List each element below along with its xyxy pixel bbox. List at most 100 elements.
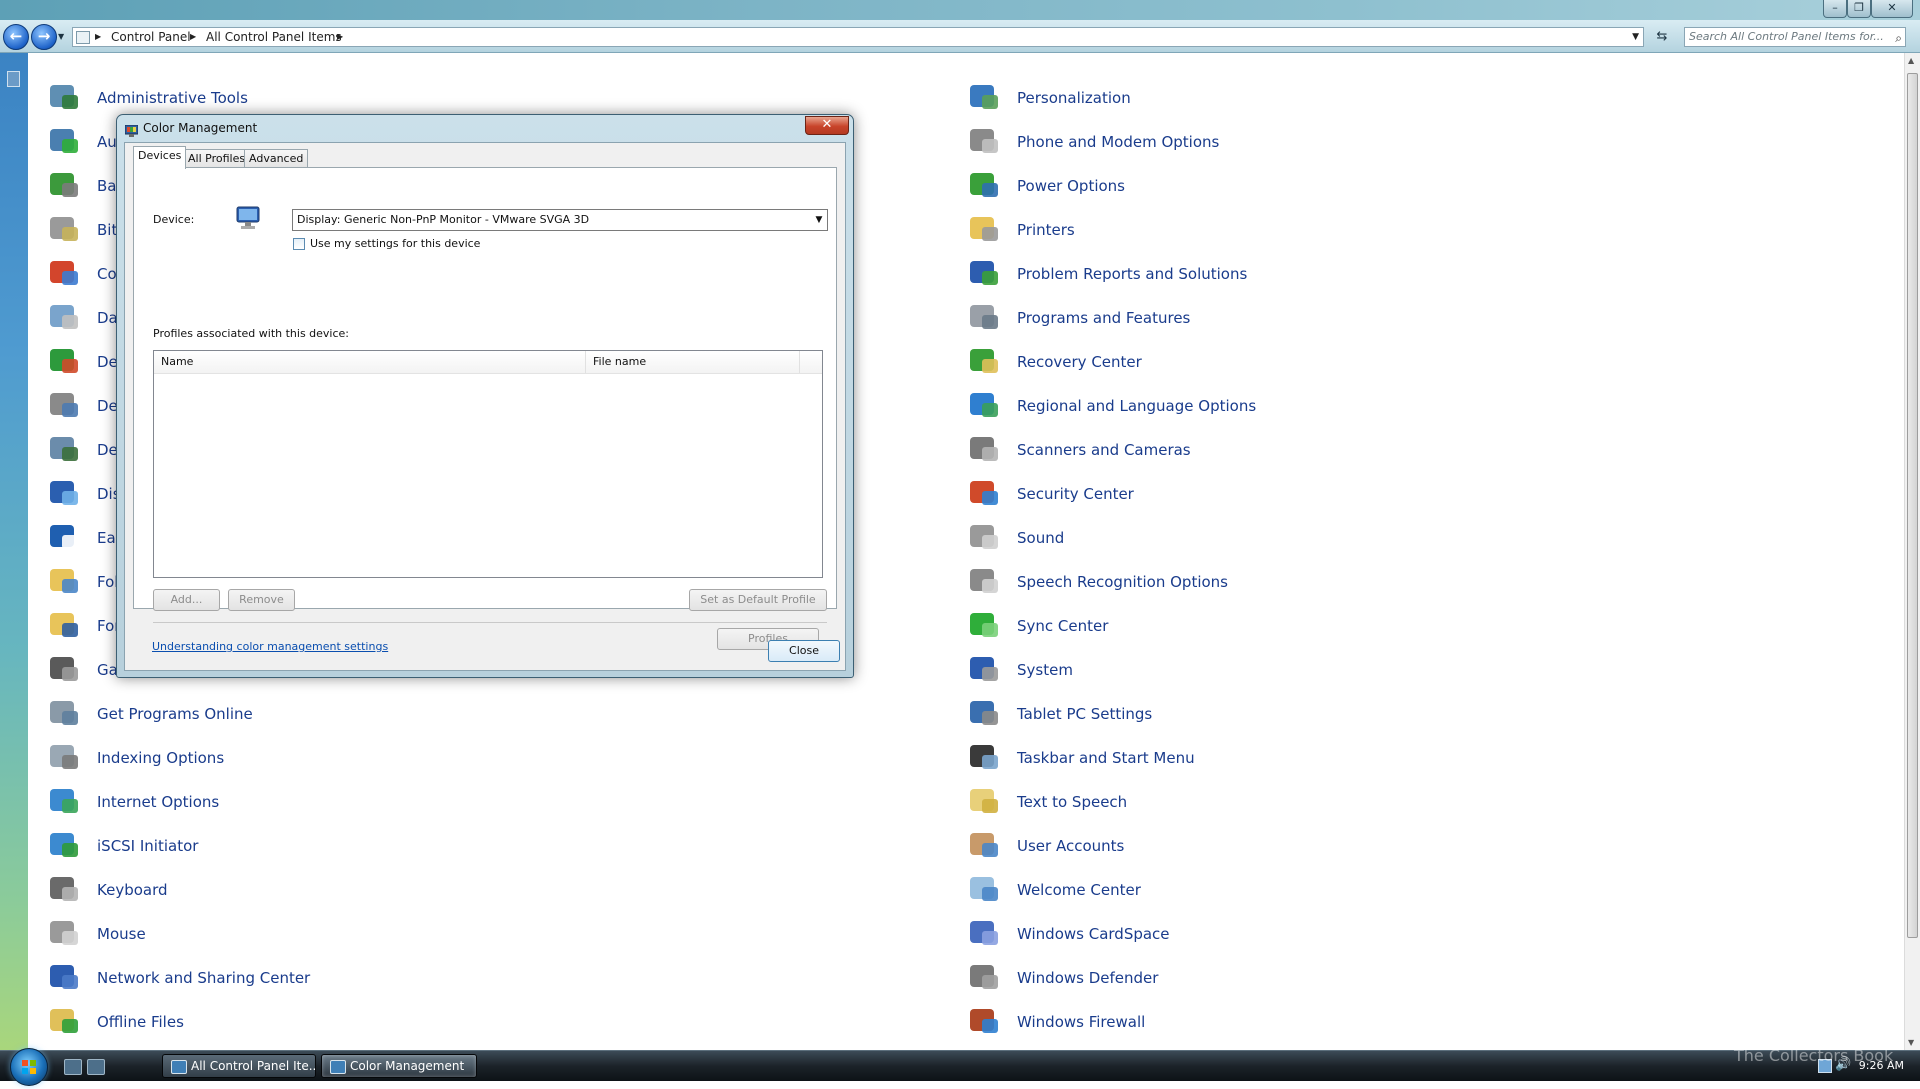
refresh-button[interactable]: ⇆ [1650, 27, 1674, 47]
control-panel-item-label: Regional and Language Options [1017, 397, 1257, 415]
display-icon [48, 479, 82, 509]
control-panel-item[interactable]: iSCSI Initiator [48, 828, 198, 864]
column-header-file-name[interactable]: File name [586, 351, 800, 373]
control-panel-item[interactable]: Welcome Center [968, 872, 1141, 908]
control-panel-item[interactable]: Printers [968, 212, 1075, 248]
tab-devices[interactable]: Devices [133, 146, 187, 169]
device-select[interactable]: Display: Generic Non-PnP Monitor - VMwar… [292, 209, 828, 231]
control-panel-item[interactable]: Speech Recognition Options [968, 564, 1228, 600]
security-center-icon [968, 479, 1002, 509]
taskbar-color-management-label: Color Management [350, 1059, 465, 1073]
control-panel-item[interactable]: Problem Reports and Solutions [968, 256, 1247, 292]
search-input[interactable]: Search All Control Panel Items for... ⌕ [1684, 27, 1906, 47]
control-panel-item[interactable]: Mouse [48, 916, 146, 952]
breadcrumb-all-items[interactable]: All Control Panel Items [206, 28, 342, 46]
profiles-list[interactable]: Name File name [153, 350, 823, 578]
control-panel-item[interactable]: User Accounts [968, 828, 1124, 864]
sound-icon [968, 523, 1002, 553]
explorer-close-button[interactable]: ✕ [1871, 0, 1913, 18]
control-panel-item-label: Printers [1017, 221, 1075, 239]
use-my-settings-checkbox[interactable] [293, 238, 305, 250]
breadcrumb-control-panel[interactable]: Control Panel [111, 28, 191, 46]
restore-button[interactable]: ❐ [1847, 0, 1871, 18]
recent-pages-dropdown[interactable]: ▼ [58, 32, 64, 41]
start-button[interactable] [10, 1048, 48, 1086]
switch-windows-icon[interactable] [87, 1059, 105, 1075]
control-panel-item[interactable]: Administrative Tools [48, 80, 248, 116]
control-panel-item-label: Sound [1017, 529, 1065, 547]
control-panel-item[interactable]: Power Options [968, 168, 1125, 204]
color-management-icon [330, 1060, 346, 1074]
address-bar[interactable]: ▶ Control Panel ▶ All Control Panel Item… [72, 27, 1644, 47]
minimize-button[interactable]: – [1823, 0, 1847, 18]
control-panel-item-label: Programs and Features [1017, 309, 1191, 327]
vertical-scrollbar[interactable]: ▲ ▼ [1904, 53, 1920, 1050]
separator [153, 622, 827, 623]
address-dropdown-icon[interactable]: ▼ [1632, 28, 1639, 46]
welcome-center-icon [968, 875, 1002, 905]
color-management-icon [124, 122, 139, 137]
control-panel-item[interactable]: Tablet PC Settings [968, 696, 1152, 732]
breadcrumb-separator-icon: ▶ [95, 32, 102, 41]
device-manager-icon [48, 435, 82, 465]
control-panel-item-label: Phone and Modem Options [1017, 133, 1220, 151]
control-panel-item[interactable]: Indexing Options [48, 740, 224, 776]
printers-icon [968, 215, 1002, 245]
control-panel-item[interactable]: Sound [968, 520, 1064, 556]
show-desktop-icon[interactable] [64, 1059, 82, 1075]
tab-all-profiles[interactable]: All Profiles [183, 149, 251, 168]
control-panel-item-label: Windows Firewall [1017, 1013, 1146, 1031]
left-navigation-strip [0, 53, 28, 1050]
control-panel-item[interactable]: Windows CardSpace [968, 916, 1170, 952]
set-default-profile-button[interactable]: Set as Default Profile [689, 589, 827, 611]
device-select-value: Display: Generic Non-PnP Monitor - VMwar… [297, 213, 590, 226]
control-panel-item[interactable]: Taskbar and Start Menu [968, 740, 1195, 776]
back-button[interactable]: ← [3, 24, 29, 50]
scanners-cameras-icon [968, 435, 1002, 465]
control-panel-item-label: System [1017, 661, 1073, 679]
scroll-down-icon[interactable]: ▼ [1908, 1038, 1914, 1047]
tab-advanced[interactable]: Advanced [244, 149, 309, 168]
taskbar-control-panel-button[interactable]: All Control Panel Ite... [162, 1054, 316, 1078]
scroll-up-icon[interactable]: ▲ [1908, 56, 1914, 65]
control-panel-item[interactable]: Programs and Features [968, 300, 1190, 336]
windows-defender-icon [968, 963, 1002, 993]
programs-features-icon [968, 303, 1002, 333]
profiles-list-header: Name File name [154, 351, 822, 374]
control-panel-item[interactable]: Internet Options [48, 784, 219, 820]
offline-files-icon [48, 1007, 82, 1037]
dialog-close-button[interactable]: ✕ [805, 116, 849, 135]
understanding-color-management-link[interactable]: Understanding color management settings [152, 640, 388, 653]
bitlocker-icon [48, 215, 82, 245]
control-panel-item[interactable]: Recovery Center [968, 344, 1142, 380]
control-panel-item[interactable]: Security Center [968, 476, 1134, 512]
forward-arrow-icon: → [37, 27, 51, 45]
control-panel-item[interactable]: Windows Defender [968, 960, 1158, 996]
column-header-name[interactable]: Name [154, 351, 586, 373]
control-panel-item-label: Get Programs Online [97, 705, 253, 723]
control-panel-item-label: Mouse [97, 925, 146, 943]
control-panel-item-label: Network and Sharing Center [97, 969, 311, 987]
network-sharing-icon [48, 963, 82, 993]
control-panel-item[interactable]: Phone and Modem Options [968, 124, 1219, 160]
control-panel-item[interactable]: Personalization [968, 80, 1131, 116]
control-panel-item[interactable]: Offline Files [48, 1004, 184, 1040]
control-panel-item[interactable]: Scanners and Cameras [968, 432, 1191, 468]
scrollbar-thumb[interactable] [1907, 73, 1918, 938]
pane-toggle-icon[interactable] [7, 71, 20, 87]
control-panel-item[interactable]: System [968, 652, 1073, 688]
control-panel-item[interactable]: Regional and Language Options [968, 388, 1256, 424]
taskbar-color-management-button[interactable]: Color Management [321, 1054, 477, 1078]
control-panel-item[interactable]: Keyboard [48, 872, 168, 908]
close-button[interactable]: Close [768, 640, 840, 662]
personalization-icon [968, 83, 1002, 113]
forward-button[interactable]: → [31, 24, 57, 50]
add-button[interactable]: Add... [153, 589, 220, 611]
control-panel-item[interactable]: Sync Center [968, 608, 1108, 644]
control-panel-item[interactable]: Text to Speech [968, 784, 1127, 820]
control-panel-item[interactable]: Windows Firewall [968, 1004, 1145, 1040]
game-controllers-icon [48, 655, 82, 685]
control-panel-item[interactable]: Network and Sharing Center [48, 960, 310, 996]
remove-button[interactable]: Remove [228, 589, 295, 611]
control-panel-item[interactable]: Get Programs Online [48, 696, 253, 732]
